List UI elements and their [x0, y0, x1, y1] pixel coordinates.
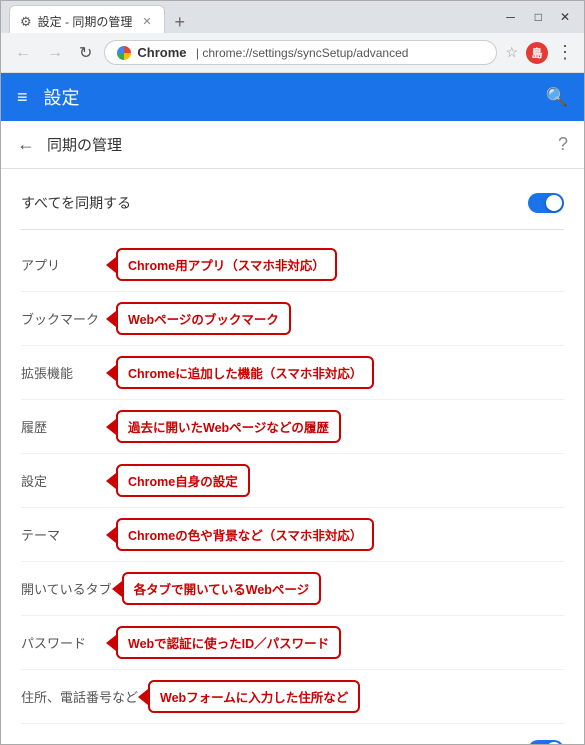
sync-item: 拡張機能 Chromeに追加した機能（スマホ非対応） — [21, 346, 564, 400]
tab-title: 設定 - 同期の管理 — [38, 13, 133, 30]
callout-arrow-icon — [106, 419, 116, 435]
google-pay-section: Google Payのお支払い方法と住所 Googleの決済管理サービス — [21, 728, 564, 744]
callout-box: Webページのブックマーク — [116, 302, 291, 335]
callout-arrow-icon — [106, 527, 116, 543]
callout-box: Chromeに追加した機能（スマホ非対応） — [116, 356, 374, 389]
settings-header: ≡ 設定 🔍 — [1, 73, 584, 121]
callout-box: Chromeの色や背景など（スマホ非対応） — [116, 518, 374, 551]
active-tab[interactable]: ⚙ 設定 - 同期の管理 ✕ — [9, 5, 165, 33]
callout-box: 各タブで開いているWebページ — [122, 572, 322, 605]
window-frame: ⚙ 設定 - 同期の管理 ✕ + － □ ✕ ← → ↻ Chrome | ch… — [0, 0, 585, 745]
sync-item: 設定 Chrome自身の設定 — [21, 454, 564, 508]
sync-item-label: 開いているタブ — [21, 579, 112, 598]
settings-page: ≡ 設定 🔍 ← 同期の管理 ? すべてを同期する アプリ Chrome用アプリ（… — [1, 73, 584, 744]
close-button[interactable]: ✕ — [554, 8, 576, 26]
sync-item: パスワード Webで認証に使ったID／パスワード — [21, 616, 564, 670]
help-icon[interactable]: ? — [558, 134, 568, 155]
new-tab-button[interactable]: + — [171, 12, 190, 33]
callout-wrap: 過去に開いたWebページなどの履歴 — [106, 410, 564, 443]
minimize-button[interactable]: － — [499, 7, 523, 28]
forward-button[interactable]: → — [43, 42, 67, 64]
reload-button[interactable]: ↻ — [75, 41, 96, 65]
chrome-logo-icon — [117, 46, 131, 60]
callout-arrow-icon — [106, 473, 116, 489]
sub-page-title: 同期の管理 — [47, 134, 558, 155]
callout-box: Chrome自身の設定 — [116, 464, 250, 497]
content-area: すべてを同期する アプリ Chrome用アプリ（スマホ非対応） ブックマーク Webペ… — [1, 169, 584, 744]
title-bar: ⚙ 設定 - 同期の管理 ✕ + － □ ✕ — [1, 1, 584, 33]
sync-item-label: 住所、電話番号など — [21, 687, 138, 706]
sync-item-label: パスワード — [21, 633, 106, 652]
google-pay-row: Google Payのお支払い方法と住所 — [21, 728, 564, 744]
address-input[interactable]: Chrome | chrome://settings/syncSetup/adv… — [104, 40, 497, 65]
window-controls: － □ ✕ — [499, 7, 576, 28]
callout-wrap: Chromeの色や背景など（スマホ非対応） — [106, 518, 564, 551]
sync-item-label: 履歴 — [21, 417, 106, 436]
callout-arrow-icon — [106, 257, 116, 273]
callout-arrow-icon — [138, 689, 148, 705]
google-pay-toggle[interactable] — [528, 740, 564, 744]
sync-item: テーマ Chromeの色や背景など（スマホ非対応） — [21, 508, 564, 562]
sync-item: 開いているタブ各タブで開いているWebページ — [21, 562, 564, 616]
menu-icon[interactable]: ⋮ — [556, 42, 574, 63]
callout-arrow-icon — [106, 365, 116, 381]
sync-item-label: ブックマーク — [21, 309, 106, 328]
address-url: | chrome://settings/syncSetup/advanced — [193, 46, 485, 60]
sync-item-label: テーマ — [21, 525, 106, 544]
sub-back-button[interactable]: ← — [17, 134, 35, 155]
callout-box: Webで認証に使ったID／パスワード — [116, 626, 341, 659]
callout-box: Chrome用アプリ（スマホ非対応） — [116, 248, 337, 281]
maximize-button[interactable]: □ — [529, 8, 548, 26]
callout-box: Webフォームに入力した住所など — [148, 680, 360, 713]
sync-item: アプリ Chrome用アプリ（スマホ非対応） — [21, 238, 564, 292]
callout-arrow-icon — [106, 635, 116, 651]
sync-item: 履歴過去に開いたWebページなどの履歴 — [21, 400, 564, 454]
sync-item-label: 拡張機能 — [21, 363, 106, 382]
callout-wrap: Chromeに追加した機能（スマホ非対応） — [106, 356, 564, 389]
callout-wrap: 各タブで開いているWebページ — [112, 572, 564, 605]
sync-all-row: すべてを同期する — [21, 185, 564, 230]
callout-arrow-icon — [112, 581, 122, 597]
sync-item: 住所、電話番号など Webフォームに入力した住所など — [21, 670, 564, 724]
sub-header: ← 同期の管理 ? — [1, 121, 584, 169]
callout-wrap: Webページのブックマーク — [106, 302, 564, 335]
address-chrome-label: Chrome — [137, 45, 186, 60]
avatar[interactable]: 島 — [526, 42, 548, 64]
hamburger-menu-button[interactable]: ≡ — [17, 87, 28, 108]
gear-icon: ⚙ — [20, 14, 32, 30]
callout-wrap: Chrome用アプリ（スマホ非対応） — [106, 248, 564, 281]
sync-item-label: アプリ — [21, 255, 106, 274]
callout-wrap: Chrome自身の設定 — [106, 464, 564, 497]
sync-all-label: すべてを同期する — [21, 193, 131, 213]
search-icon[interactable]: 🔍 — [546, 87, 568, 108]
callout-wrap: Webで認証に使ったID／パスワード — [106, 626, 564, 659]
bookmark-star-icon[interactable]: ☆ — [505, 44, 518, 61]
back-button[interactable]: ← — [11, 42, 35, 64]
sync-all-toggle[interactable] — [528, 193, 564, 213]
callout-arrow-icon — [106, 311, 116, 327]
tab-area: ⚙ 設定 - 同期の管理 ✕ + — [9, 1, 495, 33]
google-pay-label: Google Payのお支払い方法と住所 — [21, 742, 528, 745]
sync-items-list: アプリ Chrome用アプリ（スマホ非対応） ブックマーク Webページのブックマーク… — [21, 238, 564, 724]
settings-page-title: 設定 — [44, 84, 546, 110]
sync-item-label: 設定 — [21, 471, 106, 490]
address-bar: ← → ↻ Chrome | chrome://settings/syncSet… — [1, 33, 584, 73]
sync-item: ブックマーク Webページのブックマーク — [21, 292, 564, 346]
callout-wrap: Webフォームに入力した住所など — [138, 680, 564, 713]
tab-close-button[interactable]: ✕ — [142, 15, 151, 28]
callout-box: 過去に開いたWebページなどの履歴 — [116, 410, 341, 443]
